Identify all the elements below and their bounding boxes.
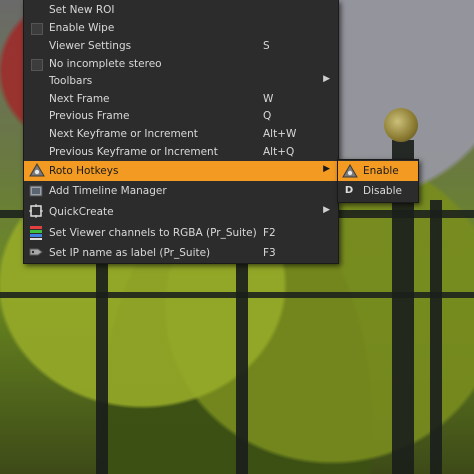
menu-item-set-viewer-channels-rgba[interactable]: Set Viewer channels to RGBA (Pr_Suite) F… [24,223,338,243]
menu-item-set-new-roi[interactable]: Set New ROI [24,1,338,19]
menu-item-quickcreate[interactable]: QuickCreate ▶ [24,202,338,222]
menu-item-next-frame[interactable]: Next Frame W [24,90,338,108]
submenu-item-disable[interactable]: D Disable [338,181,418,201]
submenu-item-enable[interactable]: Enable [338,161,418,181]
submenu-arrow-icon: ▶ [323,205,330,215]
menu-item-previous-keyframe[interactable]: Previous Keyframe or Increment Alt+Q [24,143,338,161]
fence-post [430,200,442,474]
disable-icon: D [344,185,354,196]
timeline-manager-icon [29,184,43,198]
menu-item-toolbars[interactable]: Toolbars ▶ [24,72,338,90]
roto-hotkeys-submenu: Enable D Disable [337,159,419,203]
fence-finial [384,108,418,142]
shortcut-label: Q [263,110,272,122]
menu-item-roto-hotkeys[interactable]: Roto Hotkeys ▶ [24,161,338,181]
context-menu: Set New ROI Enable Wipe Viewer Settings … [23,0,339,264]
checkbox[interactable] [31,23,43,35]
menu-item-next-keyframe[interactable]: Next Keyframe or Increment Alt+W [24,125,338,143]
label-tag-icon [29,245,43,259]
rgba-channels-icon [29,225,43,240]
shortcut-label: Alt+W [263,128,297,140]
checkbox[interactable] [31,59,43,71]
shortcut-label: F3 [263,247,276,259]
quickcreate-icon [29,204,43,218]
shortcut-label: F2 [263,227,276,239]
submenu-arrow-icon: ▶ [323,74,330,84]
menu-item-set-ip-name-as-label[interactable]: Set IP name as label (Pr_Suite) F3 [24,243,338,263]
menu-item-viewer-settings[interactable]: Viewer Settings S [24,37,338,55]
shortcut-label: Alt+Q [263,146,295,158]
shortcut-label: S [263,40,270,52]
submenu-arrow-icon: ▶ [323,164,330,174]
roto-hotkeys-icon [29,163,45,177]
menu-item-previous-frame[interactable]: Previous Frame Q [24,107,338,125]
shortcut-label: W [263,93,274,105]
menu-item-no-incomplete-stereo[interactable]: No incomplete stereo [24,55,338,73]
menu-item-enable-wipe[interactable]: Enable Wipe [24,19,338,37]
roto-hotkeys-icon [342,164,358,178]
menu-item-add-timeline-manager[interactable]: Add Timeline Manager [24,182,338,201]
